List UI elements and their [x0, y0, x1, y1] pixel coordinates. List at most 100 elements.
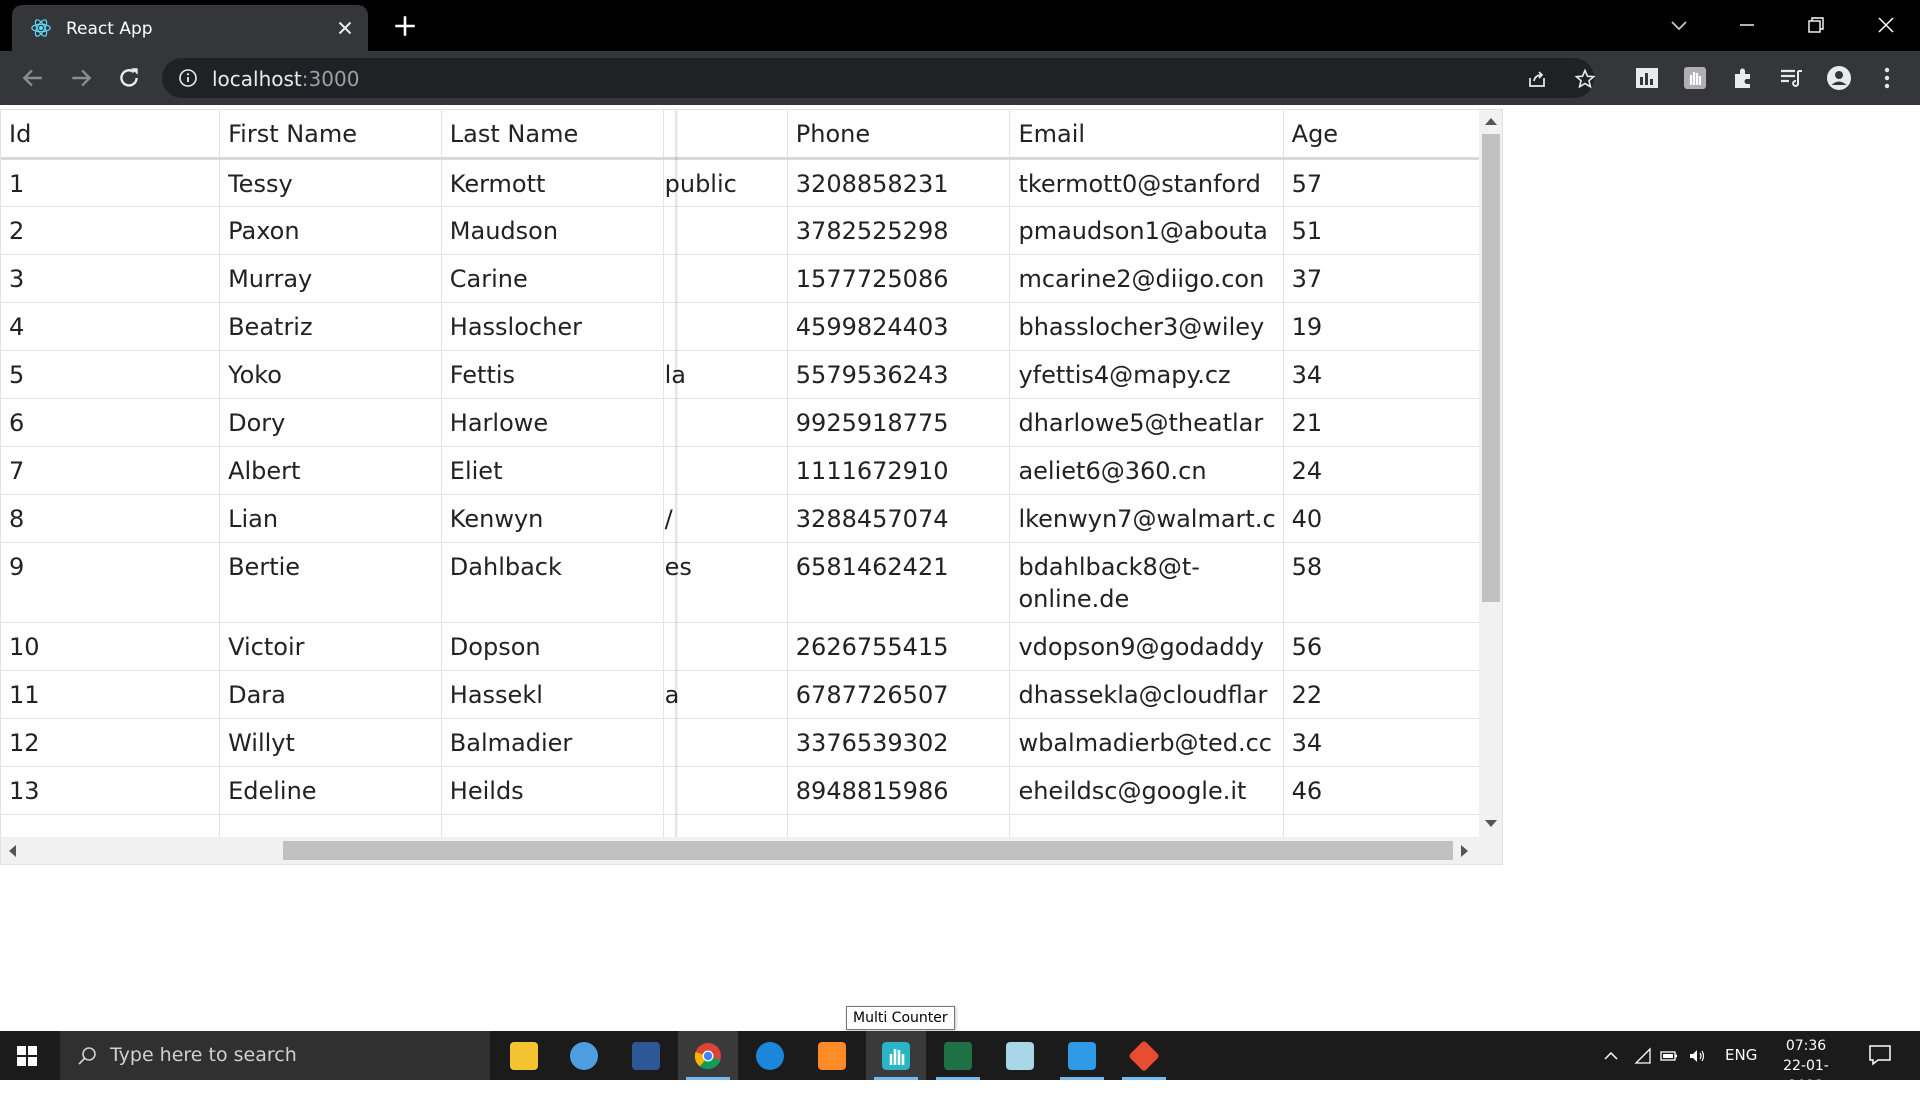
close-tab-icon[interactable] [334, 17, 356, 39]
scroll-down-arrow-icon[interactable] [1485, 820, 1497, 827]
cell-email: wbalmadierb@ted.cc [1009, 718, 1284, 767]
vertical-scroll-thumb[interactable] [1482, 134, 1500, 602]
table-row[interactable]: 10 Victoir Dopson 2626755415 vdopson9@godadd… [1, 622, 1502, 671]
cell-email: vdopson9@godaddy [1009, 622, 1284, 671]
cell-id: 5 [1, 350, 221, 399]
volume-icon[interactable] [1688, 1047, 1706, 1065]
taskbar-file-explorer[interactable] [494, 1031, 554, 1080]
cell-email: eheildsc@google.it [1009, 766, 1284, 815]
cell-age: 37 [1283, 254, 1502, 303]
cell-phone: 2626755415 [787, 622, 1011, 671]
cell-phone: 6787726507 [787, 670, 1011, 719]
share-icon[interactable] [1526, 68, 1548, 90]
cell-hidden [663, 254, 788, 303]
cell-hidden [663, 398, 788, 447]
column-header-email[interactable]: Email [1009, 110, 1284, 160]
profile-avatar-icon[interactable] [1826, 65, 1852, 91]
word-icon [632, 1042, 660, 1070]
taskbar-multi-counter[interactable] [866, 1031, 926, 1080]
site-info-icon[interactable] [178, 68, 198, 88]
taskbar-excel[interactable] [928, 1031, 988, 1080]
windows-start-icon[interactable] [16, 1045, 38, 1067]
vertical-scrollbar[interactable] [1479, 110, 1502, 837]
scroll-right-arrow-icon[interactable] [1461, 845, 1468, 857]
cell-hidden [663, 302, 788, 351]
taskbar-word[interactable] [616, 1031, 676, 1080]
network-icon[interactable] [1634, 1047, 1652, 1065]
cell-id: 12 [1, 718, 221, 767]
column-header-phone[interactable]: Phone [787, 110, 1011, 160]
forward-arrow-icon[interactable] [68, 65, 94, 91]
browser-tab[interactable]: React App [12, 5, 368, 51]
notification-center-icon[interactable] [1868, 1043, 1892, 1067]
scroll-left-arrow-icon[interactable] [9, 845, 16, 857]
vscode-icon [1068, 1042, 1096, 1070]
column-header-age[interactable]: Age [1283, 110, 1502, 160]
table-row[interactable]: 3 Murray Carine 1577725086 mcarine2@diigo.co… [1, 254, 1502, 303]
search-icon [78, 1047, 96, 1065]
cell-phone: 4599824403 [787, 302, 1011, 351]
back-arrow-icon[interactable] [20, 65, 46, 91]
cell-hidden: la [663, 350, 788, 399]
battery-icon[interactable] [1660, 1047, 1678, 1065]
system-clock[interactable]: 07:36 22-01-2022 [1766, 1036, 1846, 1096]
table-row[interactable]: 12 Willyt Balmadier 3376539302 wbalmadierb@t… [1, 718, 1502, 767]
horizontal-scroll-thumb[interactable] [283, 841, 1453, 860]
taskbar-paint-tool[interactable] [554, 1031, 614, 1080]
cell-last-name: Kermott [441, 158, 664, 207]
cell-phone: 6581462421 [787, 542, 1011, 623]
taskbar-vscode[interactable] [1052, 1031, 1112, 1080]
react-logo-icon [31, 19, 51, 37]
cell-id: 7 [1, 446, 221, 495]
extensions-puzzle-icon[interactable] [1730, 65, 1756, 91]
column-header-id[interactable]: Id [1, 110, 221, 160]
input-language[interactable]: ENG [1725, 1046, 1757, 1064]
table-row[interactable]: 5YokoFettisla5579536243yfettis4@mapy.cz3… [1, 350, 1502, 399]
restore-icon[interactable] [1801, 10, 1831, 40]
table-row[interactable]: 8 Lian Kenwyn/3288457074 lkenwyn7@walmart.c… [1, 494, 1502, 543]
cell-last-name: Balmadier [441, 718, 664, 767]
tab-search-chevron-icon[interactable] [1664, 10, 1694, 40]
table-row[interactable]: 1 Tessy Kermott public 3208858231 tkermott0@s… [1, 158, 1502, 207]
taskbar-search-box[interactable]: Type here to search [60, 1031, 490, 1080]
taskbar-git[interactable] [1114, 1031, 1174, 1080]
cell-phone: 9925918775 [787, 398, 1011, 447]
table-row[interactable]: 4 Beatriz Hasslocher 4599824403 bhasslocher3… [1, 302, 1502, 351]
show-hidden-icons-chevron-icon[interactable] [1602, 1047, 1620, 1065]
extension-hand-icon[interactable] [1682, 65, 1708, 91]
cell-first-name: Yoko [219, 350, 442, 399]
media-queue-icon[interactable] [1778, 65, 1804, 91]
column-header-hidden[interactable] [663, 110, 788, 160]
table-row[interactable]: 2 Paxon Maudson 3782525298 pmaudson1@abouta 5… [1, 206, 1502, 255]
table-row[interactable]: 13 Edeline Heilds 8948815986 eheildsc@google… [1, 766, 1502, 815]
taskbar-notepad[interactable] [990, 1031, 1050, 1080]
table-row[interactable]: 7 Albert Eliet 1111672910 aeliet6@360.cn 24 [1, 446, 1502, 495]
cell-hidden [663, 718, 788, 767]
table-row[interactable]: 9BertieDahlbackes6581462421bdahlback8@t-… [1, 542, 1502, 623]
close-window-icon[interactable] [1871, 10, 1901, 40]
scroll-up-arrow-icon[interactable] [1485, 118, 1497, 125]
taskbar-edge[interactable] [740, 1031, 800, 1080]
cell-phone: 3208858231 [787, 158, 1011, 207]
taskbar-sublime-text[interactable] [802, 1031, 862, 1080]
notepad-icon [1006, 1042, 1034, 1070]
excel-icon [944, 1042, 972, 1070]
cell-phone: 8948815986 [787, 766, 1011, 815]
cell-first-name: Bertie [219, 542, 442, 623]
bookmark-star-icon[interactable] [1574, 68, 1596, 90]
reload-icon[interactable] [116, 65, 142, 91]
column-header-first-name[interactable]: First Name [219, 110, 442, 160]
taskbar-chrome[interactable] [678, 1031, 738, 1080]
table-row[interactable]: 6 Dory Harlowe 9925918775 dharlowe5@theatlar… [1, 398, 1502, 447]
extension-chart-icon[interactable] [1634, 65, 1660, 91]
column-header-last-name[interactable]: Last Name [441, 110, 664, 160]
data-grid[interactable]: Id First Name Last Name Phone Email Age … [0, 109, 1503, 865]
new-tab-icon[interactable] [392, 13, 418, 39]
table-row[interactable]: 11 Dara Hassekl a 6787726507 dhassekla@cloudf… [1, 670, 1502, 719]
cell-age: 56 [1283, 622, 1502, 671]
minimize-icon[interactable] [1732, 10, 1762, 40]
address-bar[interactable]: localhost:3000 [162, 58, 1596, 98]
cell-first-name: Paxon [219, 206, 442, 255]
browser-menu-icon[interactable] [1874, 65, 1900, 91]
horizontal-scrollbar[interactable] [1, 837, 1479, 864]
